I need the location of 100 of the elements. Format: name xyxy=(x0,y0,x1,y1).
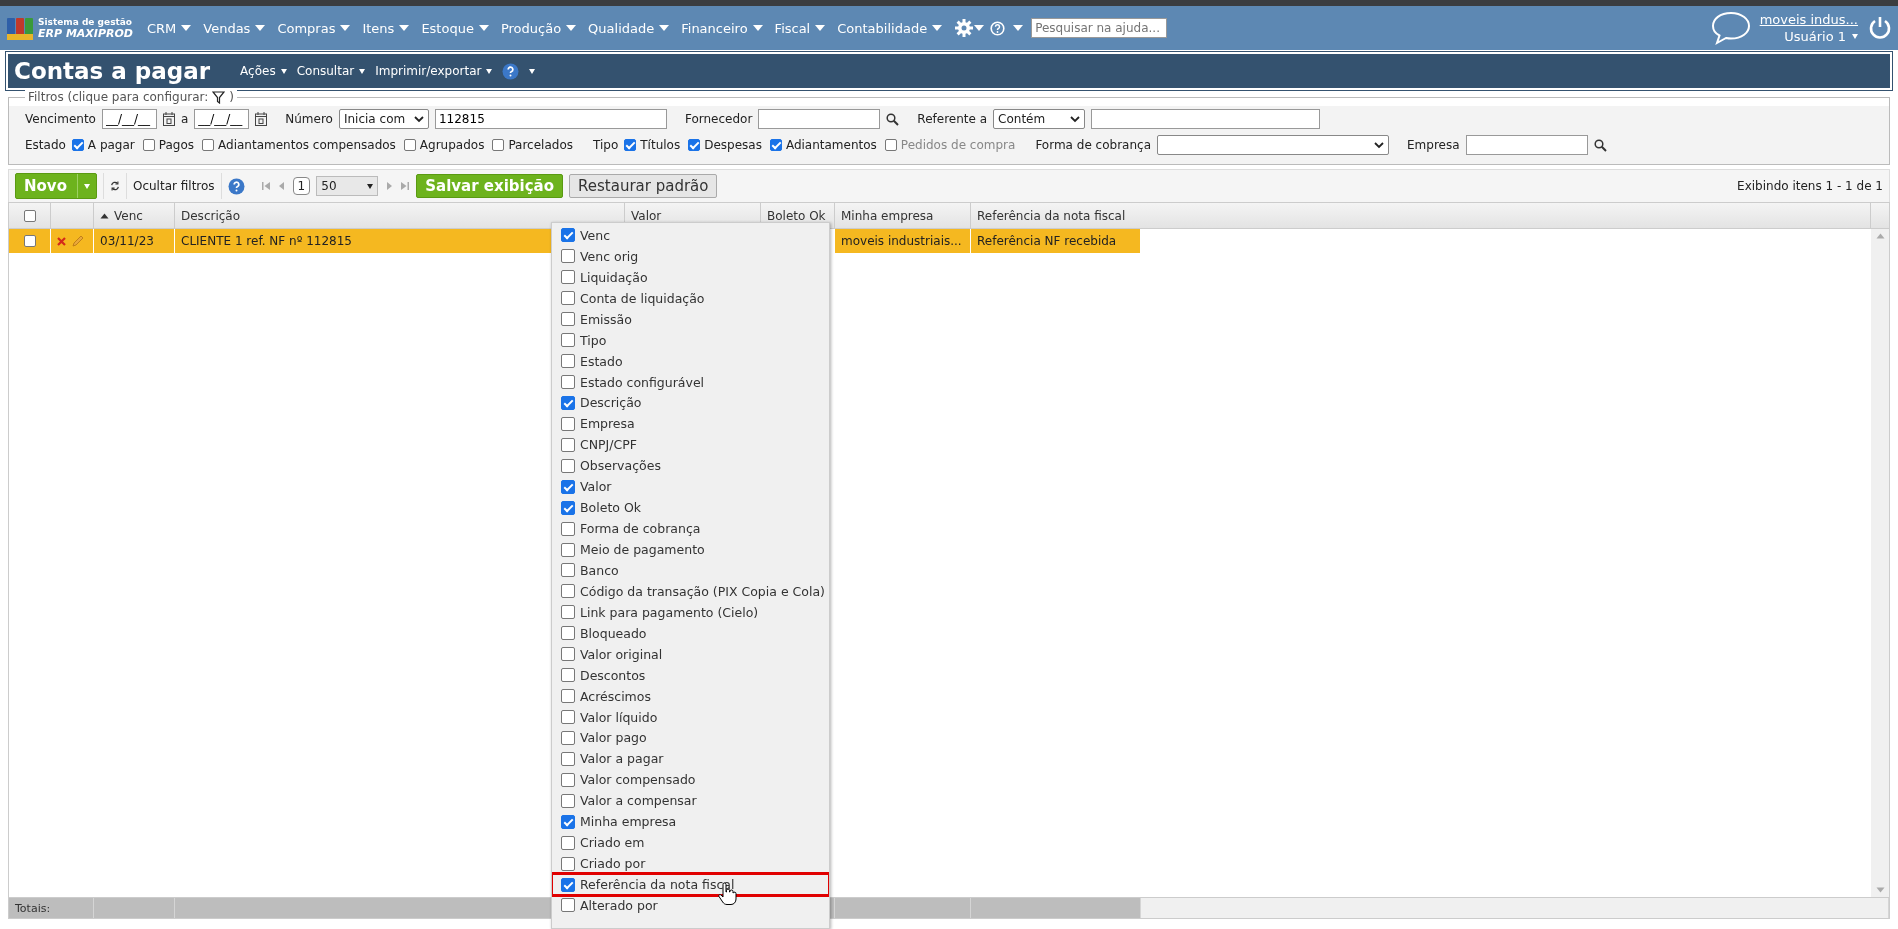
page-menu[interactable]: Consultar xyxy=(296,64,366,78)
nav-menu[interactable]: Estoque xyxy=(421,20,489,36)
checkbox[interactable] xyxy=(561,416,575,431)
checkbox-label[interactable]: Agrupados xyxy=(419,138,485,152)
menu-item[interactable]: Bloqueado xyxy=(552,622,829,644)
checkbox[interactable] xyxy=(561,772,575,787)
chat-bubble-icon[interactable] xyxy=(1709,10,1752,46)
menu-item[interactable]: Código da transação (PIX Copia e Cola) xyxy=(552,580,829,602)
restore-default-button[interactable]: Restaurar padrão xyxy=(569,174,718,198)
nav-menu[interactable]: Financeiro xyxy=(681,20,763,36)
column-header[interactable]: Referência da nota fiscal xyxy=(971,203,1871,228)
checkbox[interactable] xyxy=(492,139,505,151)
menu-item[interactable]: Criado em xyxy=(552,832,829,854)
input-field[interactable]: 112815 xyxy=(434,109,667,129)
input-field[interactable] xyxy=(1465,135,1588,155)
search-icon[interactable] xyxy=(1593,138,1607,152)
checkbox[interactable] xyxy=(561,751,575,766)
checkbox-label[interactable]: Adiantamentos xyxy=(785,138,877,152)
input-field[interactable] xyxy=(758,109,881,129)
calendar-icon[interactable] xyxy=(162,112,175,126)
menu-item[interactable]: Valor pago xyxy=(552,727,829,749)
checkbox[interactable] xyxy=(561,898,575,913)
menu-item[interactable]: Meio de pagamento xyxy=(552,539,829,560)
user-menu[interactable]: Usuário 1 xyxy=(1784,29,1858,44)
refresh-icon[interactable] xyxy=(109,181,120,191)
checkbox[interactable] xyxy=(561,730,575,745)
checkbox[interactable] xyxy=(561,249,575,264)
checkbox[interactable] xyxy=(561,814,575,829)
checkbox[interactable] xyxy=(561,668,575,683)
menu-item[interactable]: Observações xyxy=(552,455,829,477)
help-icon[interactable] xyxy=(502,62,520,80)
date-field[interactable]: __/__/__ xyxy=(194,109,250,129)
checkbox-label[interactable]: Adiantamentos compensados xyxy=(218,138,396,152)
help-search-field[interactable]: Pesquisar na ajuda... xyxy=(1031,18,1168,38)
filter-legend[interactable]: Filtros (clique para configurar: xyxy=(28,90,209,104)
checkbox[interactable] xyxy=(23,235,36,247)
page-menu[interactable]: Imprimir/exportar xyxy=(375,64,493,78)
settings-icon[interactable] xyxy=(954,18,975,38)
checkbox[interactable] xyxy=(561,228,575,243)
checkbox[interactable] xyxy=(403,139,416,151)
help-icon[interactable] xyxy=(990,20,1006,36)
menu-item[interactable]: Link para pagamento (Cielo) xyxy=(552,601,829,623)
nav-menu[interactable]: Produção xyxy=(500,20,577,36)
checkbox[interactable] xyxy=(561,835,575,850)
menu-item[interactable]: Valor líquido xyxy=(552,706,829,728)
input-field[interactable] xyxy=(1091,109,1321,129)
checkbox[interactable] xyxy=(561,689,575,704)
caret-icon[interactable] xyxy=(1013,25,1024,31)
menu-item[interactable]: CNPJ/CPF xyxy=(552,434,829,456)
checkbox[interactable] xyxy=(561,521,575,536)
checkbox[interactable] xyxy=(561,312,575,327)
checkbox[interactable] xyxy=(561,437,575,452)
menu-item[interactable]: Forma de cobrança xyxy=(552,518,829,540)
checkbox-label[interactable]: A pagar xyxy=(87,138,135,152)
menu-item[interactable]: Valor a pagar xyxy=(552,748,829,770)
checkbox-label[interactable]: Despesas xyxy=(704,138,762,152)
nav-menu[interactable]: CRM xyxy=(146,20,192,36)
nav-menu[interactable]: Qualidade xyxy=(588,20,670,36)
page-size-dropdown[interactable]: 50 xyxy=(316,176,379,196)
nav-menu[interactable]: Itens xyxy=(362,20,410,36)
checkbox-label[interactable]: Pagos xyxy=(158,138,195,152)
checkbox[interactable] xyxy=(561,542,575,557)
funnel-icon[interactable] xyxy=(212,90,226,104)
menu-item[interactable]: Criado por xyxy=(552,853,829,875)
menu-item[interactable]: Valor compensado xyxy=(552,769,829,791)
checkbox[interactable] xyxy=(561,375,575,390)
calendar-icon[interactable] xyxy=(255,112,268,126)
menu-item[interactable]: Valor a compensar xyxy=(552,790,829,812)
menu-item[interactable]: Estado configurável xyxy=(552,371,829,393)
checkbox[interactable] xyxy=(202,139,215,151)
checkbox-label[interactable]: Parcelados xyxy=(508,138,573,152)
delete-icon[interactable] xyxy=(57,236,66,246)
menu-item[interactable]: Descontos xyxy=(552,664,829,686)
dropdown[interactable]: Contém xyxy=(993,109,1086,129)
checkbox[interactable] xyxy=(561,395,575,410)
menu-item[interactable]: Estado xyxy=(552,350,829,372)
menu-item[interactable]: Boleto Ok xyxy=(552,497,829,519)
company-link[interactable]: moveis indus... xyxy=(1759,12,1858,27)
checkbox[interactable] xyxy=(561,291,575,306)
checkbox[interactable] xyxy=(23,209,36,222)
page-number-field[interactable]: 1 xyxy=(292,177,311,195)
menu-item[interactable]: Descrição xyxy=(552,392,829,414)
menu-item[interactable]: Acréscimos xyxy=(552,685,829,707)
checkbox-label[interactable]: Títulos xyxy=(640,138,681,152)
menu-item[interactable]: Liquidação xyxy=(552,266,829,288)
column-header[interactable]: Minha empresa xyxy=(835,203,971,228)
checkbox[interactable] xyxy=(561,563,575,578)
dropdown[interactable]: Inicia com xyxy=(338,109,429,129)
dropdown[interactable] xyxy=(1157,135,1389,155)
column-header[interactable]: Venc xyxy=(94,203,175,228)
checkbox[interactable] xyxy=(561,647,575,662)
menu-item[interactable]: Banco xyxy=(552,560,829,581)
checkbox[interactable] xyxy=(561,354,575,369)
checkbox[interactable] xyxy=(561,333,575,348)
menu-item[interactable]: Valor original xyxy=(552,643,829,665)
nav-menu[interactable]: Compras xyxy=(277,20,351,36)
menu-item[interactable]: Alterado por xyxy=(552,895,829,916)
checkbox[interactable] xyxy=(561,710,575,725)
caret-icon[interactable] xyxy=(529,68,536,74)
checkbox[interactable] xyxy=(561,877,575,892)
